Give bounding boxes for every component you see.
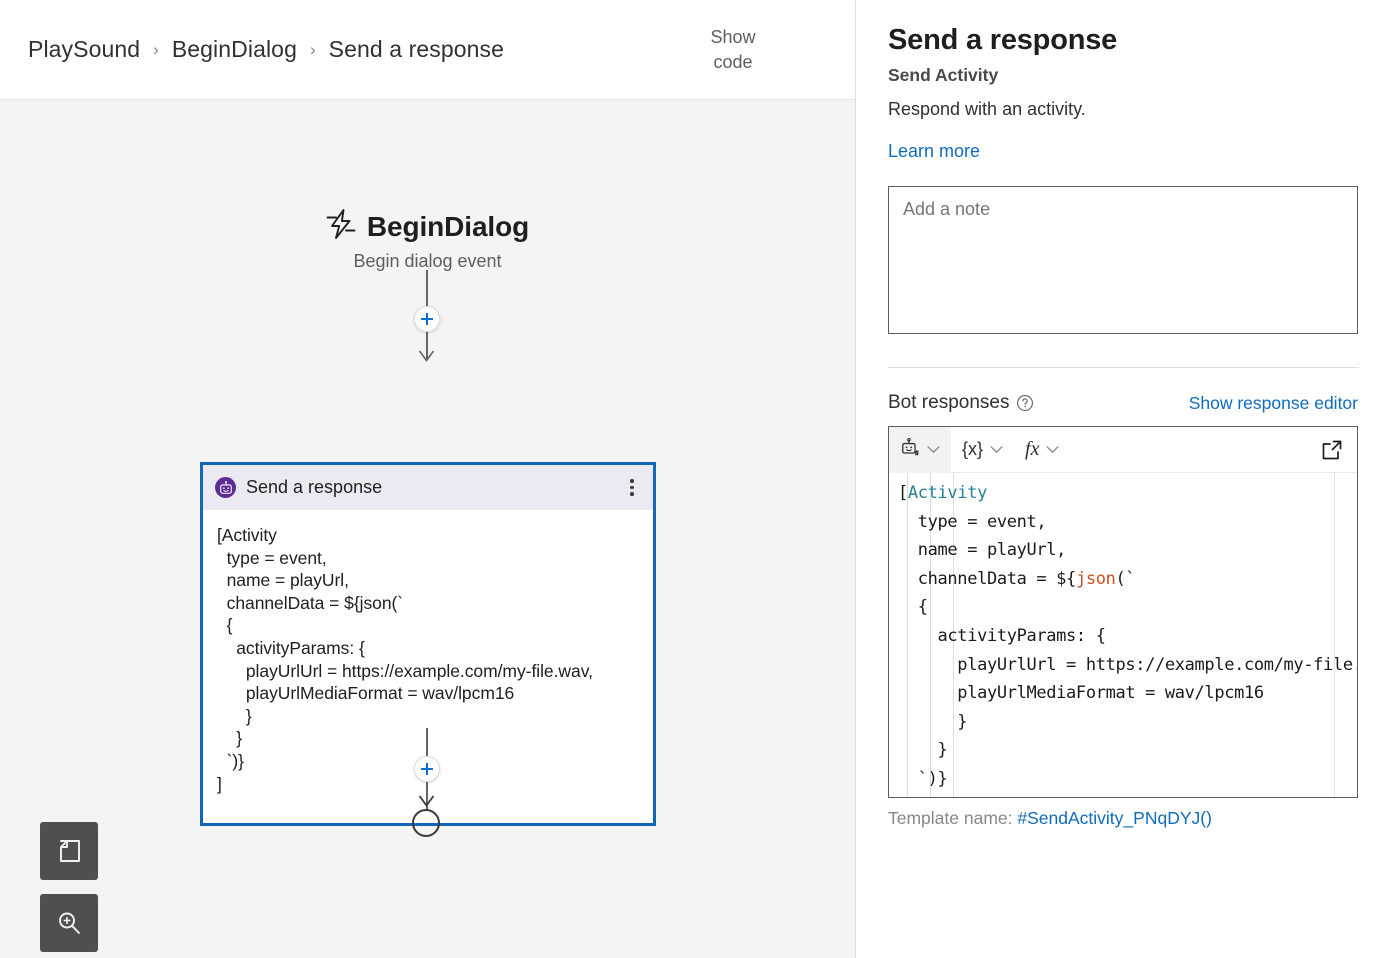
panel-description: Respond with an activity. [888, 99, 1086, 119]
breadcrumb: PlaySound › BeginDialog › Send a response [28, 36, 683, 63]
breadcrumb-item-3[interactable]: Send a response [329, 36, 504, 63]
code-line: } [898, 740, 948, 761]
lg-response-editor[interactable]: {x} fx [Activity type = event, name = pl… [888, 426, 1358, 798]
node-header: Send a response [203, 465, 653, 510]
trigger-subtitle: Begin dialog event [353, 251, 502, 271]
lg-code-area[interactable]: [Activity type = event, name = playUrl, … [889, 473, 1357, 797]
question-circle-icon[interactable] [1016, 394, 1034, 412]
breadcrumb-separator: › [309, 40, 316, 59]
code-line: } [898, 711, 968, 732]
code-line: ] [898, 794, 1357, 797]
panel-divider [888, 367, 1359, 368]
property-editor-pane: Send a response Send Activity Respond wi… [856, 0, 1383, 958]
bot-responses-header: Bot responses Show response editor [888, 392, 1358, 414]
template-name-row: Template name: #SendActivity_PNqDYJ() [888, 808, 1358, 829]
response-type-dropdown[interactable] [889, 427, 951, 473]
lg-editor-toolbar: {x} fx [889, 427, 1357, 473]
code-line: { [898, 597, 928, 618]
trigger-title-row: BeginDialog [0, 208, 855, 245]
variable-insert-label: {x} [962, 439, 984, 459]
bot-icon [900, 437, 920, 461]
editor-ruler [1334, 473, 1335, 797]
code-line: [Activity [898, 483, 987, 503]
code-line: playUrlUrl = https://example.com/my-file… [898, 654, 1357, 675]
chevron-down-icon [1046, 442, 1060, 457]
code-line: `)} [898, 768, 948, 789]
function-insert-dropdown[interactable]: fx [1014, 427, 1070, 473]
arrow-head-top [418, 350, 435, 368]
panel-subtitle: Send Activity [888, 65, 999, 85]
composer-window: PlaySound › BeginDialog › Send a response Sh… [0, 0, 1383, 958]
visual-editor-canvas[interactable]: BeginDialog Begin dialog event Send a re… [0, 100, 855, 958]
code-line: channelData = ${json(` [898, 568, 1136, 589]
variable-insert-dropdown[interactable]: {x} [951, 427, 1014, 473]
function-insert-label: fx [1025, 438, 1040, 460]
add-node-below-icon[interactable] [414, 756, 440, 782]
node-title: Send a response [246, 477, 383, 497]
open-in-new-window-icon[interactable] [1321, 439, 1343, 461]
chevron-down-icon [990, 442, 1003, 457]
bot-icon [215, 477, 236, 498]
add-note-input[interactable] [888, 186, 1358, 334]
breadcrumb-item-2[interactable]: BeginDialog [172, 36, 297, 63]
more-vertical-icon[interactable] [619, 473, 645, 503]
page-fit-icon[interactable] [40, 822, 98, 880]
show-response-editor-link[interactable]: Show response editor [1189, 393, 1358, 414]
chevron-down-icon [927, 442, 940, 457]
bot-responses-label: Bot responses [888, 392, 1010, 413]
code-line: name = playUrl, [898, 540, 1067, 561]
breadcrumb-item-1[interactable]: PlaySound [28, 36, 140, 63]
end-of-flow-node [412, 809, 440, 837]
show-code-button[interactable]: Show code [683, 25, 783, 74]
trigger-header: BeginDialog Begin dialog event [0, 208, 855, 272]
breadcrumb-separator: › [153, 40, 159, 59]
lightning-bolt-icon [326, 208, 356, 245]
dialog-canvas-pane: PlaySound › BeginDialog › Send a response Sh… [0, 0, 856, 958]
template-name-value[interactable]: #SendActivity_PNqDYJ() [1017, 808, 1212, 828]
magnifier-plus-icon[interactable] [40, 894, 98, 952]
add-node-above-icon[interactable] [414, 306, 440, 332]
code-line: playUrlMediaFormat = wav/lpcm16 [898, 683, 1264, 704]
learn-more-link[interactable]: Learn more [888, 141, 980, 162]
trigger-name: BeginDialog [366, 210, 530, 242]
page-title: Send a response [888, 24, 1118, 56]
code-line: type = event, [898, 511, 1047, 532]
template-name-label: Template name: [888, 808, 1013, 828]
lg-code-text: [Activity type = event, name = playUrl, … [898, 479, 1357, 797]
code-line: activityParams: { [898, 625, 1106, 646]
canvas-tool-group [40, 822, 98, 952]
breadcrumb-bar: PlaySound › BeginDialog › Send a response Sh… [0, 0, 855, 100]
